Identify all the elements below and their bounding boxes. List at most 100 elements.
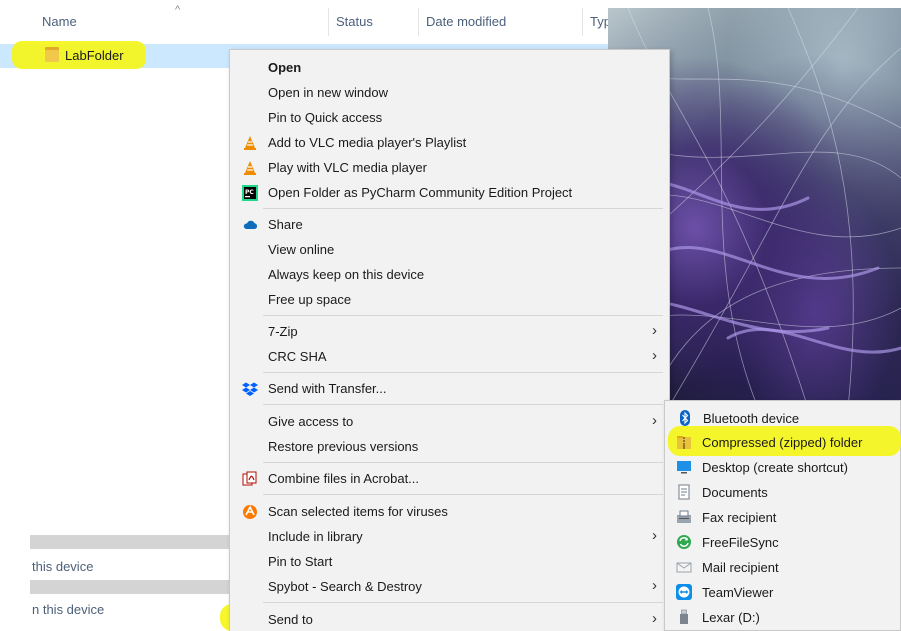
send-to-label: FreeFileSync (702, 535, 779, 550)
chevron-right-icon: › (652, 527, 657, 544)
menu-item-give-access[interactable]: Give access to › (230, 409, 669, 434)
menu-item-label: Open (268, 60, 302, 75)
menu-item-label: Pin to Quick access (268, 110, 383, 125)
mail-icon (676, 559, 692, 575)
chevron-right-icon: › (652, 347, 657, 364)
menu-item-pycharm[interactable]: PC Open Folder as PyCharm Community Edit… (230, 180, 669, 205)
send-to-desktop[interactable]: Desktop (create shortcut) (664, 455, 899, 480)
nav-pane-bar (30, 580, 230, 594)
acrobat-icon (242, 471, 258, 487)
send-to-fax[interactable]: Fax recipient (664, 505, 899, 530)
vlc-icon (242, 160, 258, 176)
send-to-label: Desktop (create shortcut) (702, 460, 848, 475)
menu-item-spybot[interactable]: Spybot - Search & Destroy › (230, 574, 669, 599)
menu-item-label: Play with VLC media player (268, 160, 427, 175)
menu-item-label: Combine files in Acrobat... (268, 471, 420, 486)
column-date-modified[interactable]: Date modified (426, 14, 506, 29)
menu-separator (263, 462, 663, 463)
menu-item-open-new-window[interactable]: Open in new window (230, 80, 669, 105)
desktop-icon (676, 459, 692, 475)
menu-item-restore-versions[interactable]: Restore previous versions (230, 434, 669, 459)
menu-item-combine-acrobat[interactable]: Combine files in Acrobat... (230, 466, 669, 491)
send-to-documents[interactable]: Documents (664, 480, 899, 505)
menu-item-send-with-transfer[interactable]: Send with Transfer... (230, 376, 669, 401)
send-to-label: Lexar (D:) (702, 610, 760, 625)
send-to-submenu-items: Compressed (zipped) folder Desktop (crea… (664, 400, 901, 631)
send-to-label: Documents (702, 485, 768, 500)
menu-item-free-up-space[interactable]: Free up space (230, 287, 669, 312)
send-to-compressed-folder[interactable]: Compressed (zipped) folder (664, 430, 899, 455)
send-to-label: Fax recipient (702, 510, 777, 525)
teamviewer-icon (676, 584, 692, 600)
menu-item-7zip[interactable]: 7-Zip › (230, 319, 669, 344)
svg-text:PC: PC (245, 189, 254, 196)
nav-pane-bar (30, 535, 230, 549)
file-name[interactable]: LabFolder (65, 48, 124, 63)
nav-item-this-device-2[interactable]: n this device (32, 602, 104, 617)
menu-separator (263, 315, 663, 316)
vlc-icon (242, 135, 258, 151)
menu-item-label: Add to VLC media player's Playlist (268, 135, 467, 150)
menu-item-scan-viruses[interactable]: Scan selected items for viruses (230, 499, 669, 524)
menu-item-always-keep[interactable]: Always keep on this device (230, 262, 669, 287)
menu-item-label: View online (268, 242, 335, 257)
menu-separator (263, 494, 663, 495)
menu-separator (263, 372, 663, 373)
menu-item-share[interactable]: Share (230, 212, 669, 237)
column-divider[interactable] (582, 8, 583, 36)
fax-icon (676, 509, 692, 525)
column-divider[interactable] (418, 8, 419, 36)
avast-icon (242, 504, 258, 520)
menu-item-open[interactable]: Open (230, 55, 669, 80)
sort-ascending-icon: ^ (175, 4, 181, 16)
documents-icon (676, 484, 692, 500)
column-name[interactable]: Name (42, 14, 77, 29)
menu-item-send-to[interactable]: Send to › (230, 607, 669, 631)
send-to-freefilesync[interactable]: FreeFileSync (664, 530, 899, 555)
context-menu: Open Open in new window Pin to Quick acc… (229, 49, 670, 631)
menu-item-label: Send to (268, 612, 313, 627)
send-to-lexar-drive[interactable]: Lexar (D:) (664, 605, 899, 630)
onedrive-cloud-icon (242, 217, 258, 233)
menu-item-label: Free up space (268, 292, 352, 307)
menu-item-label: Give access to (268, 414, 354, 429)
menu-item-crc-sha[interactable]: CRC SHA › (230, 344, 669, 369)
menu-item-label: 7-Zip (268, 324, 298, 339)
column-divider[interactable] (328, 8, 329, 36)
menu-item-label: Scan selected items for viruses (268, 504, 448, 519)
usb-drive-icon (676, 609, 692, 625)
menu-item-vlc-playlist[interactable]: Add to VLC media player's Playlist (230, 130, 669, 155)
folder-icon (45, 47, 59, 62)
menu-item-vlc-play[interactable]: Play with VLC media player (230, 155, 669, 180)
menu-separator (263, 602, 663, 603)
menu-item-label: Pin to Start (268, 554, 333, 569)
menu-item-pin-start[interactable]: Pin to Start (230, 549, 669, 574)
pycharm-icon: PC (242, 185, 258, 201)
send-to-mail[interactable]: Mail recipient (664, 555, 899, 580)
freefilesync-icon (676, 534, 692, 550)
menu-item-label: CRC SHA (268, 349, 327, 364)
send-to-label: TeamViewer (702, 585, 774, 600)
menu-item-include-library[interactable]: Include in library › (230, 524, 669, 549)
menu-item-view-online[interactable]: View online (230, 237, 669, 262)
menu-item-label: Share (268, 217, 303, 232)
chevron-right-icon: › (652, 322, 657, 339)
dropbox-icon (242, 381, 258, 397)
chevron-right-icon: › (652, 610, 657, 627)
menu-item-label: Spybot - Search & Destroy (268, 579, 422, 594)
chevron-right-icon: › (652, 577, 657, 594)
menu-item-label: Open in new window (268, 85, 388, 100)
menu-separator (263, 208, 663, 209)
menu-item-label: Always keep on this device (268, 267, 425, 282)
menu-item-label: Open Folder as PyCharm Community Edition… (268, 185, 573, 200)
column-status[interactable]: Status (336, 14, 373, 29)
menu-item-label: Include in library (268, 529, 363, 544)
send-to-teamviewer[interactable]: TeamViewer (664, 580, 899, 605)
send-to-label: Mail recipient (702, 560, 779, 575)
menu-item-label: Send with Transfer... (268, 381, 387, 396)
menu-separator (263, 404, 663, 405)
send-to-label: Compressed (zipped) folder (702, 435, 863, 450)
chevron-right-icon: › (652, 412, 657, 429)
menu-item-pin-quick-access[interactable]: Pin to Quick access (230, 105, 669, 130)
nav-item-this-device[interactable]: this device (32, 559, 93, 574)
